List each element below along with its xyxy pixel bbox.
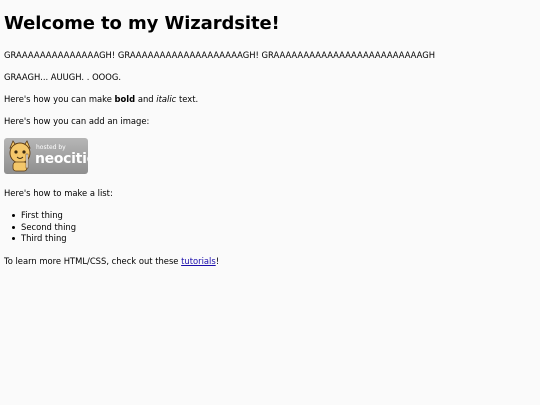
bullet-icon [12,237,15,240]
learn-more-paragraph: To learn more HTML/CSS, check out these … [4,256,536,267]
learn-prefix: To learn more HTML/CSS, check out these [4,255,182,266]
scream-paragraph: GRAAAAAAAAAAAAAAGH! GRAAAAAAAAAAAAAAAAAA… [4,50,436,60]
list-item: First thing [12,210,536,222]
italic-word: italic [156,94,177,104]
formatting-suffix: text. [176,94,199,104]
neocities-cat-icon [9,140,31,172]
bullet-icon [12,214,15,217]
list-intro: Here's how to make a list: [4,188,113,198]
list-item-label: First thing [21,210,63,220]
badge-hosted-label: hosted by [36,144,66,151]
tutorials-link[interactable]: tutorials [181,256,216,266]
list-item-label: Second thing [21,221,77,232]
list-item: Second thing [12,221,536,234]
formatting-paragraph: Here's how you can make bold and italic … [4,94,536,105]
page-title: Welcome to my Wizardsite! [4,13,280,34]
bullet-list: First thing Second thing Third thing [4,210,536,245]
page-content: Welcome to my Wizardsite! GRAAAAAAAAAAAA… [0,0,540,405]
bullet-icon [12,225,15,229]
list-item: Third thing [12,233,536,245]
graagh-paragraph: GRAAGH... AUUGH. . OOOG. [4,72,122,82]
formatting-middle: and [135,94,157,104]
image-intro: Here's how you can add an image: [4,116,150,126]
bold-word: bold [114,94,136,104]
badge-brand-label: neocities [35,151,88,167]
neocities-badge: hosted by neocities [4,138,88,174]
list-item-label: Third thing [21,233,67,243]
learn-suffix: ! [215,255,220,266]
formatting-prefix: Here's how you can make [4,94,115,104]
